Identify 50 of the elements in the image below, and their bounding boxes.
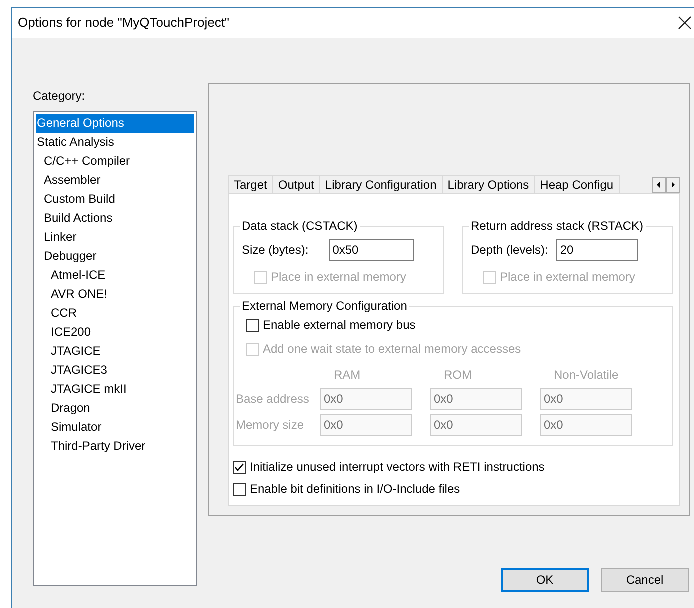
category-item[interactable]: CCR <box>36 304 194 323</box>
column-header: RAM <box>333 367 362 384</box>
input-field[interactable]: 0x50 <box>328 239 414 261</box>
checkbox-label: Initialize unused interrupt vectors with RETI instructions <box>250 459 545 476</box>
tab[interactable]: Library Configuration <box>319 175 443 193</box>
checkbox-label: Add one wait state to external memory accesses <box>263 341 522 358</box>
group-title: Data stack (CSTACK) <box>240 219 360 233</box>
window-title: Options for node "MyQTouchProject" <box>18 14 230 32</box>
category-item[interactable]: JTAGICE mkII <box>36 380 194 399</box>
dialog-button[interactable]: Cancel <box>601 568 689 592</box>
checkbox[interactable] <box>233 460 246 474</box>
category-item[interactable]: Static Analysis <box>36 133 194 152</box>
field-label: Size (bytes): <box>242 242 309 259</box>
checkbox-label: Enable external memory bus <box>263 317 416 334</box>
group-title: External Memory Configuration <box>240 299 410 313</box>
checkbox-label: Enable bit definitions in I/O-Include files <box>250 481 460 498</box>
scroll-left-icon[interactable] <box>652 177 666 193</box>
checkbox-label: Place in external memory <box>500 269 636 286</box>
column-header: Non-Volatile <box>553 367 620 384</box>
scroll-right-icon[interactable] <box>666 177 680 193</box>
checkbox-label: Place in external memory <box>271 269 406 286</box>
row-label: Base address <box>236 391 310 408</box>
category-item[interactable]: AVR ONE! <box>36 285 194 304</box>
category-item[interactable]: Debugger <box>36 247 194 266</box>
category-item[interactable]: Simulator <box>36 418 194 437</box>
tab[interactable]: Target <box>228 175 274 193</box>
column-header: ROM <box>443 367 473 384</box>
tab[interactable]: Library Options <box>442 175 536 193</box>
category-item[interactable]: C/C++ Compiler <box>36 152 194 171</box>
row-label: Memory size <box>236 417 306 434</box>
category-item[interactable]: JTAGICE3 <box>36 361 194 380</box>
category-item[interactable]: Build Actions <box>36 209 194 228</box>
checkbox[interactable] <box>233 482 246 496</box>
group-title: Return address stack (RSTACK) <box>469 219 646 233</box>
close-icon[interactable] <box>678 16 692 30</box>
category-item[interactable]: Custom Build <box>36 190 194 209</box>
dialog-button[interactable]: OK <box>501 568 589 592</box>
category-item[interactable]: Assembler <box>36 171 194 190</box>
category-item[interactable]: Linker <box>36 228 194 247</box>
category-item[interactable]: Dragon <box>36 399 194 418</box>
category-item[interactable]: Atmel-ICE <box>36 266 194 285</box>
category-item[interactable]: General Options <box>36 114 194 133</box>
category-item[interactable]: JTAGICE <box>36 342 194 361</box>
tab[interactable]: Output <box>272 175 320 193</box>
field-label: Depth (levels): <box>471 242 548 259</box>
input-field[interactable]: 20 <box>556 239 638 261</box>
category-item[interactable]: ICE200 <box>36 323 194 342</box>
category-item[interactable]: Third-Party Driver <box>36 437 194 456</box>
tab[interactable]: Heap Configu <box>534 175 620 193</box>
category-label: Category: <box>33 88 86 105</box>
